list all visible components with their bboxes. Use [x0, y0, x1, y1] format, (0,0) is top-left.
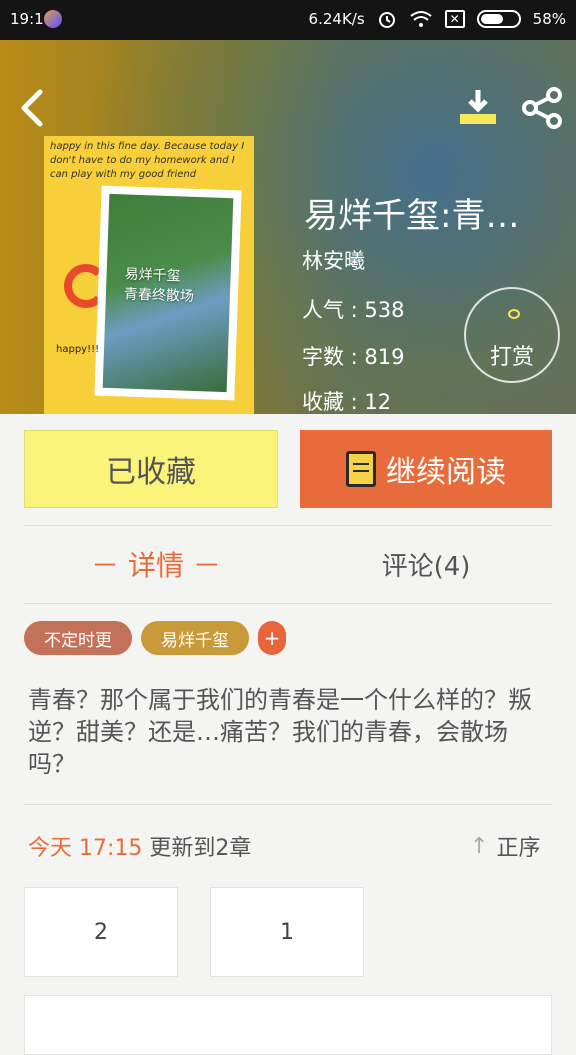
reward-button[interactable]: 打赏 — [464, 287, 560, 383]
cover-doodle: happy!!! — [56, 344, 100, 355]
wifi-icon — [410, 11, 432, 27]
cover-title: 易烊千玺 青春终散场 — [123, 266, 195, 305]
chapter-tile[interactable]: 2 — [24, 887, 178, 977]
word-count-stat: 字数 : 819 — [302, 345, 405, 369]
reward-label: 打赏 — [489, 345, 534, 370]
continue-reading-button[interactable]: 继续阅读 — [300, 430, 552, 508]
coin-icon — [508, 309, 520, 319]
continue-reading-label: 继续阅读 — [386, 455, 506, 490]
book-author[interactable]: 林安曦 — [302, 245, 365, 275]
status-bar: 19:10 6.24K/s ✕ 58% — [0, 0, 576, 40]
sort-toggle[interactable]: ↑ 正序 — [470, 830, 540, 862]
book-cover: happy in this fine day. Because today I … — [44, 136, 254, 414]
sim-off-icon: ✕ — [444, 10, 465, 28]
divider — [24, 525, 552, 526]
book-header: happy in this fine day. Because today I … — [0, 40, 576, 414]
share-icon[interactable] — [520, 86, 566, 130]
arrow-up-icon: ↑ — [470, 833, 489, 859]
update-time: 17:15 — [79, 836, 143, 861]
cover-photo: 易烊千玺 青春终散场 — [94, 185, 242, 401]
update-text: 更新到2章 — [149, 836, 252, 861]
tag-irregular-updates[interactable]: 不定时更 — [24, 621, 132, 655]
tab-comments[interactable]: 评论(4) — [300, 546, 552, 583]
chapter-tile[interactable]: 1 — [210, 887, 364, 977]
app-notification-icon — [44, 10, 62, 28]
tab-detail[interactable]: － 详情 － — [24, 544, 288, 584]
net-speed: 6.24K/s — [308, 10, 365, 28]
battery-icon — [476, 10, 521, 28]
book-description: 青春？那个属于我们的青春是一个什么样的？叛逆？甜美？还是…痛苦？我们的青春，会散… — [28, 686, 532, 778]
sort-label: 正序 — [496, 836, 541, 861]
alarm-icon — [378, 12, 395, 28]
cover-scribble: happy in this fine day. Because today I … — [50, 141, 245, 180]
tag-character[interactable]: 易烊千玺 — [141, 621, 249, 655]
book-title: 易烊千玺:青… — [304, 196, 520, 236]
update-info: 今天 17:15 更新到2章 — [28, 830, 251, 862]
add-tag-button[interactable]: + — [258, 621, 286, 655]
favorites-stat: 收藏 : 12 — [302, 390, 392, 414]
download-icon[interactable] — [456, 88, 500, 128]
update-day: 今天 — [28, 836, 73, 861]
divider — [24, 603, 552, 604]
bottom-card[interactable] — [24, 995, 552, 1055]
divider — [24, 804, 552, 805]
battery-percent: 58% — [532, 10, 566, 28]
favorited-button[interactable]: 已收藏 — [24, 430, 278, 508]
back-icon[interactable] — [16, 88, 50, 128]
popularity-stat: 人气 : 538 — [302, 298, 405, 322]
book-icon — [346, 451, 376, 487]
status-right: 6.24K/s ✕ 58% — [309, 9, 566, 29]
